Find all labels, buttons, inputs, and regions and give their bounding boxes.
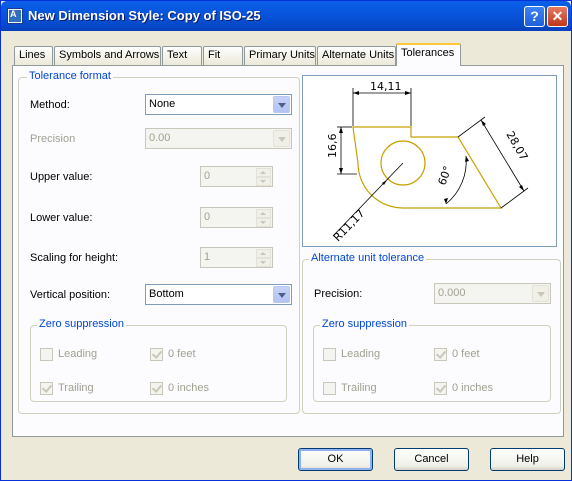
cancel-label: Cancel	[414, 453, 449, 465]
question-icon: ?	[530, 8, 539, 24]
tab-label: Primary Units	[249, 49, 316, 61]
chevron-down-icon[interactable]	[532, 285, 549, 302]
tab-tolerances[interactable]: Tolerances	[396, 43, 461, 66]
ok-label: OK	[327, 453, 344, 465]
alt-precision-label: Precision:	[314, 288, 363, 300]
tab-label: Tolerances	[401, 47, 455, 59]
alt-precision-select[interactable]: 0.000	[434, 283, 551, 304]
spin-down-icon[interactable]	[256, 218, 271, 227]
precision-value: 0.00	[149, 132, 171, 144]
dimension-radius-text: R11,17	[331, 207, 368, 244]
spin-down-icon[interactable]	[256, 258, 271, 267]
spin-up-icon[interactable]	[256, 209, 271, 218]
dimension-angle-text: 60°	[436, 164, 455, 187]
vertical-position-select[interactable]: Bottom	[145, 284, 292, 305]
feet-checkbox[interactable]	[150, 348, 163, 361]
inches-label: 0 inches	[168, 382, 209, 394]
inches-checkbox[interactable]	[150, 382, 163, 395]
alt-precision-value: 0.000	[438, 287, 466, 299]
chevron-down-icon[interactable]	[273, 130, 290, 147]
help-label: Help	[516, 453, 539, 465]
close-icon: ✕	[551, 8, 564, 24]
leading-checkbox[interactable]	[40, 348, 53, 361]
tolerances-panel: Tolerance format Method: None Precision …	[12, 65, 564, 437]
tab-alternate-units[interactable]: Alternate Units	[317, 46, 396, 65]
method-select[interactable]: None	[145, 94, 292, 115]
chevron-down-icon[interactable]	[273, 286, 290, 303]
scaling-value: 1	[204, 251, 211, 263]
trailing-label: Trailing	[58, 382, 94, 394]
tab-lines[interactable]: Lines	[14, 46, 53, 65]
alt-leading-label: Leading	[341, 348, 381, 360]
titlebar-help-button[interactable]: ?	[524, 6, 545, 27]
tab-label: Fit	[208, 49, 221, 61]
alt-zero-suppression-group: Zero suppression Leading 0 feet Trailing…	[313, 318, 551, 402]
vertical-position-value: Bottom	[149, 288, 184, 300]
tab-label: Symbols and Arrows	[59, 49, 160, 61]
spin-down-icon[interactable]	[256, 177, 271, 186]
scaling-for-height-label: Scaling for height:	[30, 252, 119, 264]
trailing-checkbox[interactable]	[40, 382, 53, 395]
group-label: Tolerance format	[27, 70, 113, 82]
leading-label: Leading	[58, 348, 98, 360]
vertical-position-label: Vertical position:	[30, 289, 111, 301]
feet-label: 0 feet	[168, 348, 196, 360]
alt-trailing-checkbox[interactable]	[323, 382, 336, 395]
tab-label: Alternate Units	[322, 49, 395, 61]
spin-up-icon[interactable]	[256, 249, 271, 258]
help-button[interactable]: Help	[490, 448, 565, 471]
alt-trailing-label: Trailing	[341, 382, 377, 394]
tolerance-format-group: Tolerance format Method: None Precision …	[18, 70, 300, 414]
tab-primary-units[interactable]: Primary Units	[244, 46, 316, 65]
alt-feet-label: 0 feet	[452, 348, 480, 360]
tab-text[interactable]: Text	[162, 46, 202, 65]
upper-value: 0	[204, 170, 211, 182]
dimension-left-text: 16,6	[326, 134, 339, 159]
tab-label: Text	[167, 49, 188, 61]
upper-value-label: Upper value:	[30, 171, 93, 183]
lower-value-label: Lower value:	[30, 212, 93, 224]
method-label: Method:	[30, 99, 70, 111]
chevron-down-icon[interactable]	[273, 96, 290, 113]
group-label: Alternate unit tolerance	[309, 252, 427, 264]
dimension-top-text: 14,11	[370, 80, 402, 93]
app-icon-glyph: A	[10, 9, 17, 19]
zero-suppression-group: Zero suppression Leading 0 feet Trailing…	[30, 318, 287, 402]
window-title: New Dimension Style: Copy of ISO-25	[28, 8, 261, 23]
tab-symbols-and-arrows[interactable]: Symbols and Arrows	[54, 46, 161, 65]
tab-label: Lines	[19, 49, 46, 61]
group-label: Zero suppression	[320, 318, 409, 330]
alt-inches-label: 0 inches	[452, 382, 493, 394]
dimension-preview-drawing: 14,11 16,6 28,07 60° R11,17	[326, 80, 530, 244]
lower-value-spinner[interactable]: 0	[200, 207, 273, 228]
app-icon: A	[7, 8, 23, 24]
precision-select[interactable]: 0.00	[145, 128, 292, 149]
group-label: Zero suppression	[37, 318, 126, 330]
alt-inches-checkbox[interactable]	[434, 382, 447, 395]
precision-label: Precision	[30, 133, 76, 145]
alt-leading-checkbox[interactable]	[323, 348, 336, 361]
dialog-window: A New Dimension Style: Copy of ISO-25 ? …	[0, 0, 572, 481]
method-value: None	[149, 98, 176, 110]
titlebar-close-button[interactable]: ✕	[547, 6, 568, 27]
cancel-button[interactable]: Cancel	[394, 448, 469, 471]
tab-fit[interactable]: Fit	[203, 46, 243, 65]
dimension-right-text: 28,07	[503, 129, 530, 163]
alt-feet-checkbox[interactable]	[434, 348, 447, 361]
lower-value: 0	[204, 211, 211, 223]
alternate-unit-tolerance-group: Alternate unit tolerance Precision: 0.00…	[302, 252, 561, 414]
title-bar[interactable]: A New Dimension Style: Copy of ISO-25 ? …	[1, 1, 571, 31]
preview-pane: 14,11 16,6 28,07 60° R11,17	[302, 75, 557, 247]
preview-shape	[352, 126, 503, 209]
spin-up-icon[interactable]	[256, 168, 271, 177]
upper-value-spinner[interactable]: 0	[200, 166, 273, 187]
scaling-for-height-spinner[interactable]: 1	[200, 247, 273, 268]
ok-button[interactable]: OK	[298, 448, 373, 471]
